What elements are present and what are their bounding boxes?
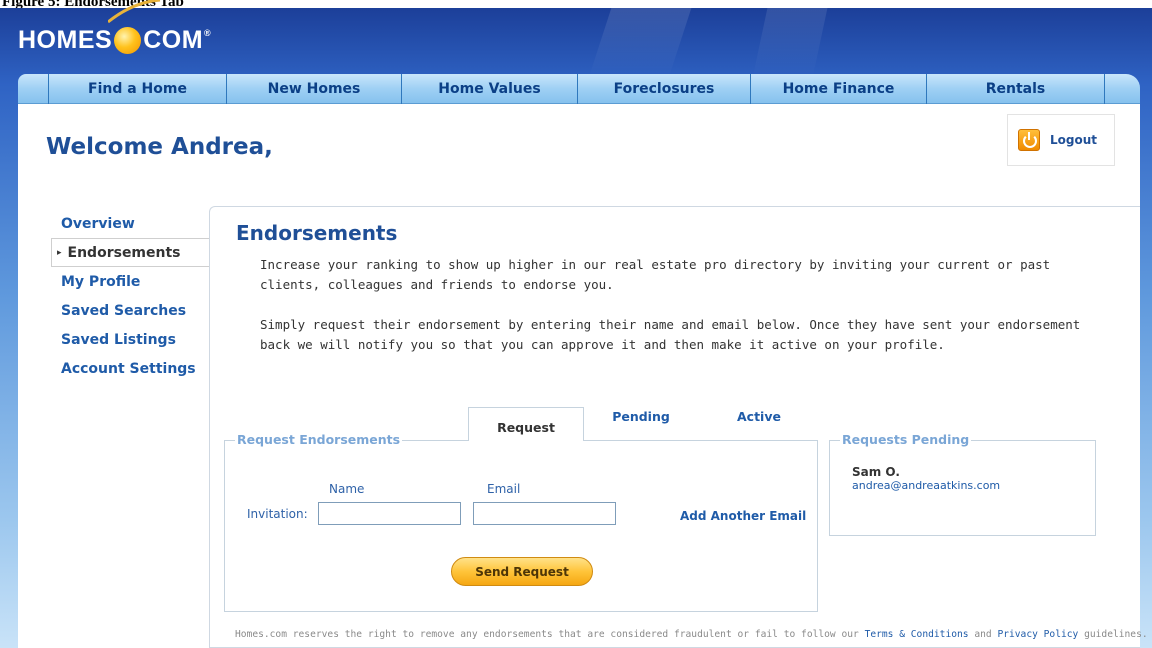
logout-link[interactable]: Logout: [1050, 133, 1097, 147]
pending-legend: Requests Pending: [840, 432, 972, 447]
tab-request[interactable]: Request: [468, 407, 584, 441]
terms-link[interactable]: Terms & Conditions: [865, 629, 969, 640]
privacy-policy-link[interactable]: Privacy Policy: [997, 629, 1078, 640]
invitation-label: Invitation:: [247, 507, 308, 521]
sidebar-item-saved-listings[interactable]: Saved Listings: [51, 325, 226, 354]
main-nav: Find a Home New Homes Home Values Forecl…: [18, 74, 1140, 104]
logo-arc-icon: [108, 0, 161, 24]
welcome-heading: Welcome Andrea,: [46, 134, 273, 160]
nav-find-a-home[interactable]: Find a Home: [48, 74, 227, 104]
footer-disclaimer: Homes.com reserves the right to remove a…: [235, 629, 1148, 640]
pending-name: Sam O.: [852, 465, 900, 479]
logo-text-left: HOMES: [18, 25, 113, 54]
page-title: Endorsements: [236, 221, 398, 245]
nav-new-homes[interactable]: New Homes: [227, 74, 402, 104]
sidebar-item-label: Endorsements: [67, 244, 181, 261]
pending-email-link[interactable]: andrea@andreaatkins.com: [852, 479, 1000, 492]
logout-button[interactable]: Logout: [1007, 114, 1115, 166]
request-legend: Request Endorsements: [235, 432, 403, 447]
sidebar-item-overview[interactable]: Overview: [51, 209, 226, 238]
endorsements-panel: Endorsements Increase your ranking to sh…: [209, 206, 1148, 648]
name-input[interactable]: [318, 502, 461, 525]
caret-right-icon: ▸: [57, 247, 62, 258]
nav-foreclosures[interactable]: Foreclosures: [578, 74, 751, 104]
add-another-email-link[interactable]: Add Another Email: [680, 509, 806, 523]
tab-pending[interactable]: Pending: [596, 406, 686, 426]
tab-active[interactable]: Active: [724, 406, 794, 426]
name-label: Name: [329, 482, 365, 496]
footer-text-3: guidelines.: [1078, 629, 1148, 640]
send-request-button[interactable]: Send Request: [451, 557, 593, 586]
sidebar-item-endorsements[interactable]: ▸ Endorsements: [51, 238, 227, 267]
email-input[interactable]: [473, 502, 616, 525]
logo-dot-icon: [114, 26, 142, 54]
instructions-paragraph: Simply request their endorsement by ente…: [260, 317, 1081, 352]
nav-rentals[interactable]: Rentals: [927, 74, 1105, 104]
power-icon[interactable]: [1018, 129, 1040, 151]
sidebar-item-account-settings[interactable]: Account Settings: [51, 354, 226, 383]
logo-mark: ®: [204, 28, 212, 38]
intro-paragraph: Increase your ranking to show up higher …: [260, 257, 1051, 292]
request-endorsements-fieldset: Request Endorsements Name Email Invitati…: [224, 432, 818, 612]
footer-text-1: Homes.com reserves the right to remove a…: [235, 629, 865, 640]
sidebar: Overview ▸ Endorsements My Profile Saved…: [51, 209, 227, 383]
nav-home-finance[interactable]: Home Finance: [751, 74, 927, 104]
email-label: Email: [487, 482, 521, 496]
nav-home-values[interactable]: Home Values: [402, 74, 578, 104]
page-body: Welcome Andrea, Logout Overview ▸ Endors…: [18, 104, 1148, 648]
sidebar-item-saved-searches[interactable]: Saved Searches: [51, 296, 226, 325]
figure-caption: Figure 5: Endorsements Tab: [0, 0, 1152, 8]
footer-text-2: and: [968, 629, 998, 640]
sidebar-item-my-profile[interactable]: My Profile: [51, 267, 226, 296]
requests-pending-fieldset: Requests Pending Sam O. andrea@andreaatk…: [829, 432, 1096, 536]
